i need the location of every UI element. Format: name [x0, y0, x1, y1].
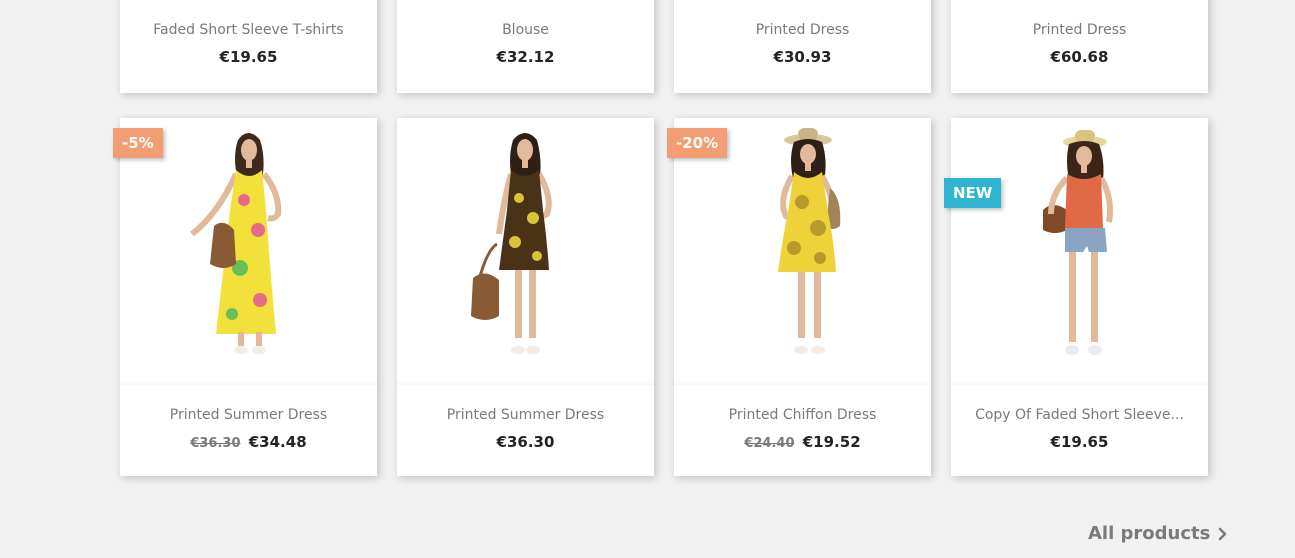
product-card[interactable]: -5% Printed Summer Dress €36.30 €34.48 [113, 118, 377, 476]
product-listing: Faded Short Sleeve T-shirts €19.65 Blous… [0, 0, 1295, 558]
product-thumbnail[interactable] [951, 118, 1208, 385]
product-name-link[interactable]: Printed Summer Dress [397, 407, 654, 423]
product-image [471, 133, 552, 354]
all-products-link[interactable]: All products [1088, 523, 1228, 544]
product-info: Blouse €32.12 [397, 0, 654, 93]
product-name-link[interactable]: Printed Chiffon Dress [674, 407, 931, 423]
discount-badge: -20% [667, 128, 728, 158]
product-prices: €19.65 [120, 48, 377, 66]
product-prices: €24.40 €19.52 [674, 433, 931, 451]
chevron-right-icon [1218, 527, 1228, 541]
product-card[interactable]: Printed Dress €30.93 [674, 0, 931, 93]
product-info: Printed Dress €60.68 [951, 0, 1208, 93]
product-price: €60.68 [1050, 48, 1109, 66]
product-info: Printed Summer Dress €36.30 €34.48 [120, 386, 377, 476]
product-image [1043, 130, 1113, 355]
all-products-label: All products [1088, 523, 1211, 544]
product-name-link[interactable]: Printed Dress [674, 22, 931, 38]
product-price: €32.12 [496, 48, 555, 66]
product-name-link[interactable]: Faded Short Sleeve T-shirts [120, 22, 377, 38]
regular-price: €24.40 [744, 436, 795, 451]
product-prices: €19.65 [951, 433, 1208, 451]
thumbnail-divider [397, 380, 654, 385]
thumbnail-divider [120, 380, 377, 385]
discount-badge: -5% [113, 128, 163, 158]
product-price: €36.30 [496, 433, 555, 451]
product-name-link[interactable]: Copy Of Faded Short Sleeve... [951, 407, 1208, 423]
product-price: €19.65 [1050, 433, 1109, 451]
thumbnail-divider [674, 380, 931, 385]
product-prices: €32.12 [397, 48, 654, 66]
product-prices: €36.30 €34.48 [120, 433, 377, 451]
product-thumbnail[interactable] [120, 118, 377, 385]
product-thumbnail[interactable] [674, 118, 931, 385]
product-price: €19.65 [219, 48, 278, 66]
product-prices: €30.93 [674, 48, 931, 66]
product-prices: €36.30 [397, 433, 654, 451]
product-name-link[interactable]: Printed Dress [951, 22, 1208, 38]
product-price: €34.48 [248, 433, 307, 451]
product-info: Faded Short Sleeve T-shirts €19.65 [120, 0, 377, 93]
product-info: Printed Chiffon Dress €24.40 €19.52 [674, 386, 931, 476]
product-info: Copy Of Faded Short Sleeve... €19.65 [951, 386, 1208, 476]
product-name-link[interactable]: Printed Summer Dress [120, 407, 377, 423]
product-card[interactable]: -20% Printed Chiffon Dress €24.40 €19.52 [667, 118, 931, 476]
product-name-link[interactable]: Blouse [397, 22, 654, 38]
product-thumbnail[interactable] [397, 118, 654, 385]
product-card[interactable]: Blouse €32.12 [397, 0, 654, 93]
product-card[interactable]: NEW Copy Of Faded Short Sleeve... €19.65 [944, 118, 1208, 476]
new-badge: NEW [944, 178, 1002, 208]
thumbnail-divider [951, 380, 1208, 385]
regular-price: €36.30 [190, 436, 241, 451]
product-card[interactable]: Printed Summer Dress €36.30 [397, 118, 654, 476]
product-card[interactable]: Printed Dress €60.68 [951, 0, 1208, 93]
product-image [190, 133, 282, 354]
product-prices: €60.68 [951, 48, 1208, 66]
product-info: Printed Dress €30.93 [674, 0, 931, 93]
product-image [778, 128, 841, 354]
product-price: €19.52 [802, 433, 861, 451]
product-info: Printed Summer Dress €36.30 [397, 386, 654, 476]
product-card[interactable]: Faded Short Sleeve T-shirts €19.65 [120, 0, 377, 93]
product-price: €30.93 [773, 48, 832, 66]
